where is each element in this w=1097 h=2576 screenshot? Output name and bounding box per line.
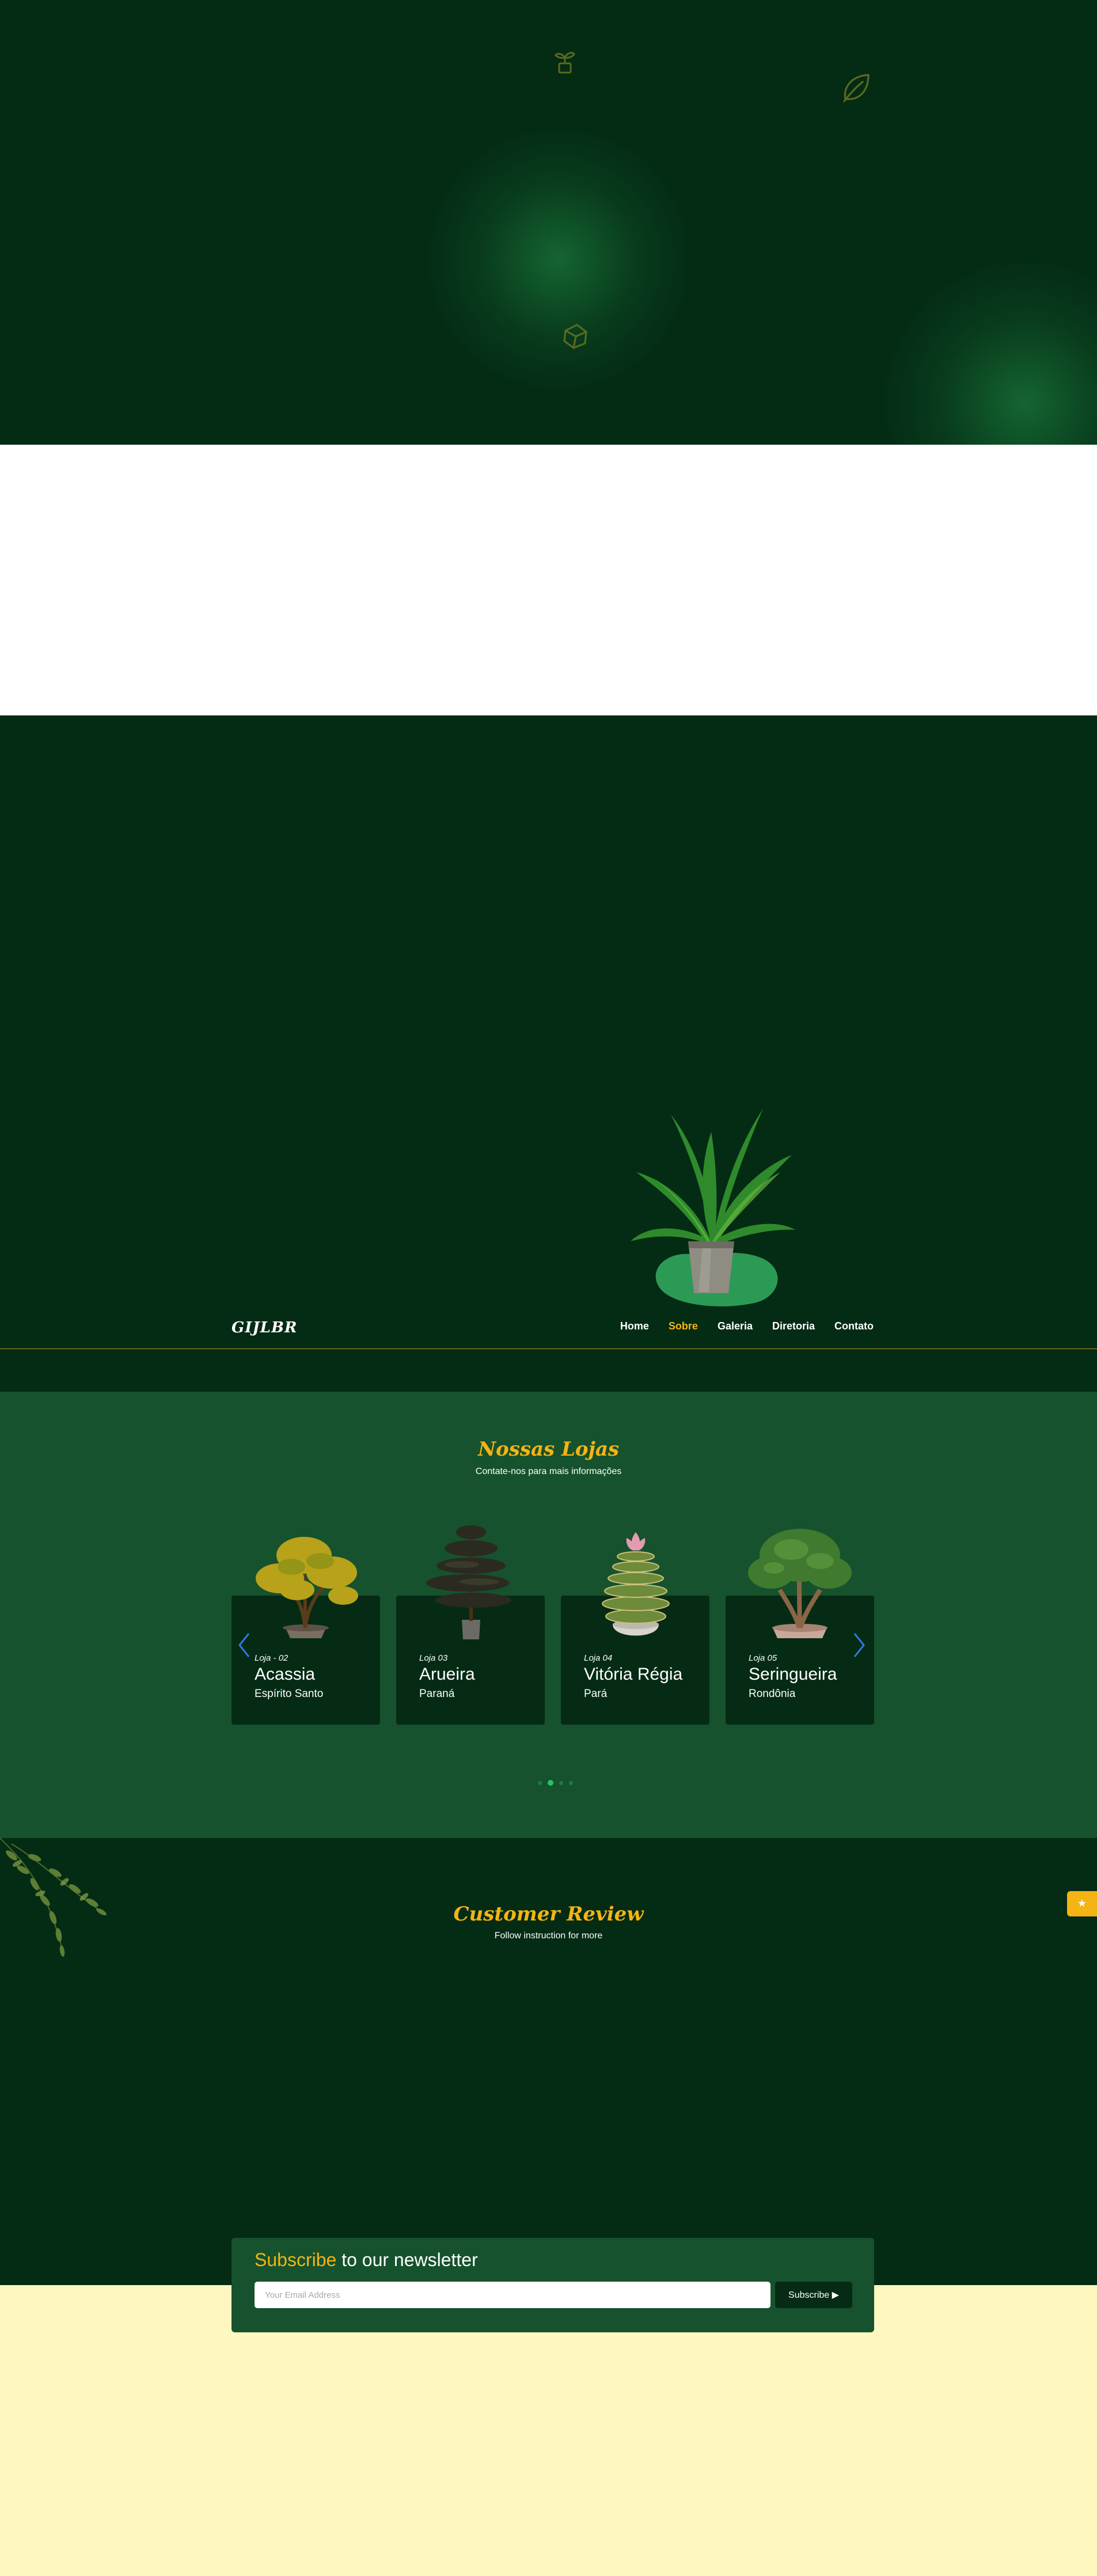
main-navbar: GIJLBR Home Sobre Galeria Diretoria Cont… — [0, 1308, 1097, 1349]
nav-item-home[interactable]: Home — [620, 1320, 649, 1332]
carousel-prev-arrow-icon[interactable] — [236, 1628, 252, 1662]
subscribe-button[interactable]: Subscribe ▶ — [775, 2282, 852, 2308]
newsletter-title-accent: Subscribe — [255, 2249, 337, 2270]
store-state: Rondônia — [749, 1688, 796, 1700]
hero-section — [0, 0, 1097, 445]
floating-star-button[interactable]: ★ — [1067, 1891, 1097, 1916]
stores-title: Nossas Lojas — [477, 1438, 620, 1461]
green-bonsai-icon — [748, 1529, 852, 1638]
water-lily-plant-icon — [602, 1532, 670, 1636]
review-subtitle: Follow instruction for more — [494, 1931, 603, 1941]
seed-icon — [563, 324, 587, 349]
nav-item-galeria[interactable]: Galeria — [718, 1320, 753, 1332]
carousel-dots — [538, 1780, 573, 1786]
nav-links: Home Sobre Galeria Diretoria Contato — [620, 1320, 874, 1332]
store-name: Acassia — [255, 1665, 316, 1684]
newsletter-email-input[interactable] — [255, 2282, 770, 2308]
carousel-dot-active[interactable] — [548, 1780, 553, 1786]
white-band — [0, 445, 1097, 715]
store-name: Seringueira — [749, 1665, 837, 1684]
newsletter-title-rest: to our newsletter — [336, 2249, 478, 2270]
intro-section — [0, 715, 1097, 1392]
potted-plant-icon — [631, 1109, 795, 1306]
site-logo[interactable]: GIJLBR — [231, 1319, 298, 1336]
stores-subtitle: Contate-nos para mais informações — [475, 1467, 622, 1476]
customer-review-section: Customer Review Follow instruction for m… — [0, 1838, 1097, 2285]
nav-item-sobre[interactable]: Sobre — [669, 1320, 698, 1332]
store-number: Loja 05 — [749, 1653, 777, 1663]
store-name: Arueira — [419, 1665, 475, 1684]
newsletter-title: Subscribe to our newsletter — [255, 2249, 478, 2271]
nav-item-contato[interactable]: Contato — [834, 1320, 874, 1332]
leaf-icon — [843, 74, 870, 103]
nav-item-diretoria[interactable]: Diretoria — [772, 1320, 815, 1332]
carousel-dot[interactable] — [569, 1781, 573, 1785]
sprout-icon — [555, 52, 575, 74]
store-name: Vitória Régia — [584, 1665, 683, 1684]
store-number: Loja 04 — [584, 1653, 613, 1663]
store-card[interactable]: Loja 03 Arueira Paraná — [396, 1525, 545, 1725]
store-number: Loja - 02 — [255, 1653, 289, 1663]
star-icon: ★ — [1077, 1897, 1087, 1910]
hero-glow — [875, 253, 1097, 445]
store-state: Espírito Santo — [255, 1688, 324, 1700]
yellow-bonsai-icon — [256, 1537, 358, 1638]
carousel-dot[interactable] — [538, 1781, 542, 1785]
carousel-dot[interactable] — [559, 1781, 563, 1785]
store-number: Loja 03 — [419, 1653, 448, 1663]
newsletter-box: Subscribe to our newsletter Subscribe ▶ — [231, 2238, 874, 2332]
store-state: Pará — [584, 1688, 608, 1700]
carousel-next-arrow-icon[interactable] — [851, 1628, 867, 1662]
hero-glow — [420, 121, 697, 397]
stores-section: Nossas Lojas Contate-nos para mais infor… — [0, 1392, 1097, 1838]
store-card[interactable]: Loja 04 Vitória Régia Pará — [561, 1532, 709, 1725]
review-title: Customer Review — [453, 1903, 644, 1926]
store-state: Paraná — [419, 1688, 455, 1700]
store-card[interactable]: Loja - 02 Acassia Espírito Santo — [231, 1537, 380, 1725]
pine-bonsai-icon — [426, 1525, 511, 1639]
